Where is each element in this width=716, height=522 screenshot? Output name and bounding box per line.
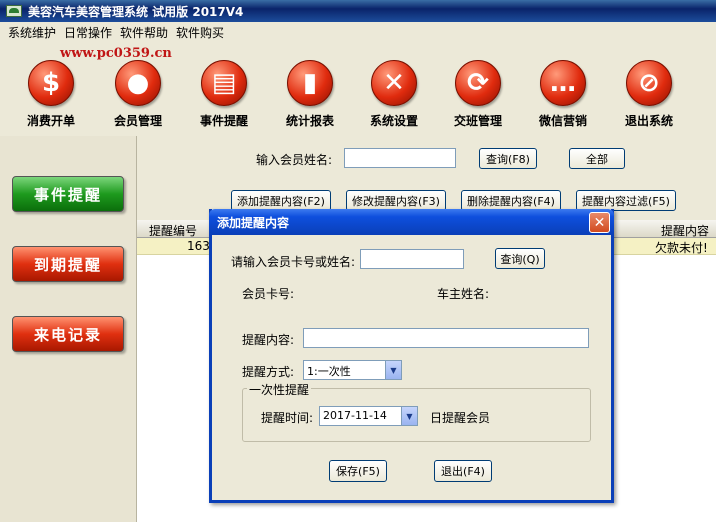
nav-reminders[interactable]: 事件提醒 — [12, 176, 124, 212]
add-reminder-dialog: 添加提醒内容 ✕ 请输入会员卡号或姓名: 查询(Q) 会员卡号: 车主姓名: 提… — [209, 209, 614, 503]
refresh-icon: ⟳ — [455, 60, 501, 106]
dialog-title: 添加提醒内容 — [217, 216, 290, 230]
app-icon — [6, 5, 22, 17]
group-label: 一次性提醒 — [247, 381, 312, 398]
time-suffix: 日提醒会员 — [430, 411, 491, 425]
member-name-input[interactable] — [344, 148, 456, 168]
toolbar-btn-settings[interactable]: ✕ 系统设置 — [353, 60, 435, 129]
close-icon[interactable]: ✕ — [589, 212, 610, 233]
dialog-body: 请输入会员卡号或姓名: 查询(Q) 会员卡号: 车主姓名: 提醒内容: 提醒方式… — [212, 235, 611, 500]
menu-bar: 系统维护 日常操作 软件帮助 软件购买 — [0, 22, 716, 42]
filter-reminder-button[interactable]: 提醒内容过滤(F5) — [576, 190, 676, 211]
toolbar-label: 微信营销 — [538, 114, 587, 128]
date-value: 2017-11-14 — [323, 409, 387, 422]
menu-purchase[interactable]: 软件购买 — [172, 24, 228, 41]
menu-system[interactable]: 系统维护 — [4, 24, 60, 41]
card-label: 请输入会员卡号或姓名: — [231, 255, 356, 269]
date-picker[interactable]: 2017-11-14 ▼ — [319, 406, 418, 426]
save-button[interactable]: 保存(F5) — [329, 460, 387, 482]
toolbar-btn-wechat[interactable]: … 微信营销 — [522, 60, 604, 129]
toolbar-btn-shift[interactable]: ⟳ 交班管理 — [437, 60, 519, 129]
toolbar-label: 系统设置 — [369, 114, 418, 128]
owner-name-label: 车主姓名: — [437, 287, 490, 301]
mode-label: 提醒方式: — [242, 365, 295, 379]
toolbar-label: 统计报表 — [285, 114, 334, 128]
notebook-icon: ▤ — [201, 60, 247, 106]
toolbar-label: 会员管理 — [113, 114, 162, 128]
member-name-label: 输入会员姓名: — [256, 153, 333, 167]
person-icon: ● — [115, 60, 161, 106]
nav-call-log[interactable]: 来电记录 — [12, 316, 124, 352]
menu-help[interactable]: 软件帮助 — [116, 24, 172, 41]
member-no-label: 会员卡号: — [242, 287, 295, 301]
bar-chart-icon: ▮ — [287, 60, 333, 106]
toolbar-btn-exit[interactable]: ⊘ 退出系统 — [608, 60, 690, 129]
chat-icon: … — [540, 60, 586, 106]
watermark: www.pc0359.cn — [60, 46, 172, 61]
col-header-id[interactable]: 提醒编号 — [149, 222, 197, 239]
cell-content: 欠款未付! — [655, 241, 708, 255]
toolbar-btn-reminders[interactable]: ▤ 事件提醒 — [183, 60, 265, 129]
window-title: 美容汽车美容管理系统 试用版 2017V4 — [28, 4, 244, 19]
card-input[interactable] — [360, 249, 464, 269]
query-button[interactable]: 查询(F8) — [479, 148, 537, 169]
tools-icon: ✕ — [371, 60, 417, 106]
one-time-group: 一次性提醒 提醒时间: 2017-11-14 ▼ 日提醒会员 — [242, 381, 591, 442]
col-header-content[interactable]: 提醒内容 — [661, 222, 709, 239]
search-bar: 输入会员姓名: 查询(F8) 全部 — [137, 136, 716, 180]
all-button[interactable]: 全部 — [569, 148, 625, 169]
toolbar-label: 退出系统 — [624, 114, 673, 128]
chevron-down-icon: ▼ — [401, 407, 417, 425]
toolbar-btn-members[interactable]: ● 会员管理 — [97, 60, 179, 129]
nav-expiry[interactable]: 到期提醒 — [12, 246, 124, 282]
content-input[interactable] — [303, 328, 589, 348]
menu-daily[interactable]: 日常操作 — [60, 24, 116, 41]
toolbar-btn-reports[interactable]: ▮ 统计报表 — [269, 60, 351, 129]
toolbar-btn-billing[interactable]: $ 消费开单 — [10, 60, 92, 129]
stop-icon: ⊘ — [626, 60, 672, 106]
toolbar-label: 消费开单 — [26, 114, 75, 128]
content-label: 提醒内容: — [242, 333, 295, 347]
mode-value: 1:一次性 — [307, 365, 351, 378]
left-nav: 事件提醒 到期提醒 来电记录 — [0, 136, 137, 522]
delete-reminder-button[interactable]: 删除提醒内容(F4) — [461, 190, 561, 211]
dialog-title-bar: 添加提醒内容 ✕ — [209, 209, 614, 235]
toolbar-label: 事件提醒 — [199, 114, 248, 128]
exit-button[interactable]: 退出(F4) — [434, 460, 492, 482]
chevron-down-icon: ▼ — [385, 361, 401, 379]
cell-id: 163 — [187, 239, 210, 253]
dollar-icon: $ — [28, 60, 74, 106]
mode-select[interactable]: 1:一次性 ▼ — [303, 360, 402, 380]
add-reminder-button[interactable]: 添加提醒内容(F2) — [231, 190, 331, 211]
time-label: 提醒时间: — [261, 411, 314, 425]
dialog-query-button[interactable]: 查询(Q) — [495, 248, 545, 269]
edit-reminder-button[interactable]: 修改提醒内容(F3) — [346, 190, 446, 211]
title-bar: 美容汽车美容管理系统 试用版 2017V4 — [0, 0, 716, 22]
toolbar-label: 交班管理 — [453, 114, 502, 128]
